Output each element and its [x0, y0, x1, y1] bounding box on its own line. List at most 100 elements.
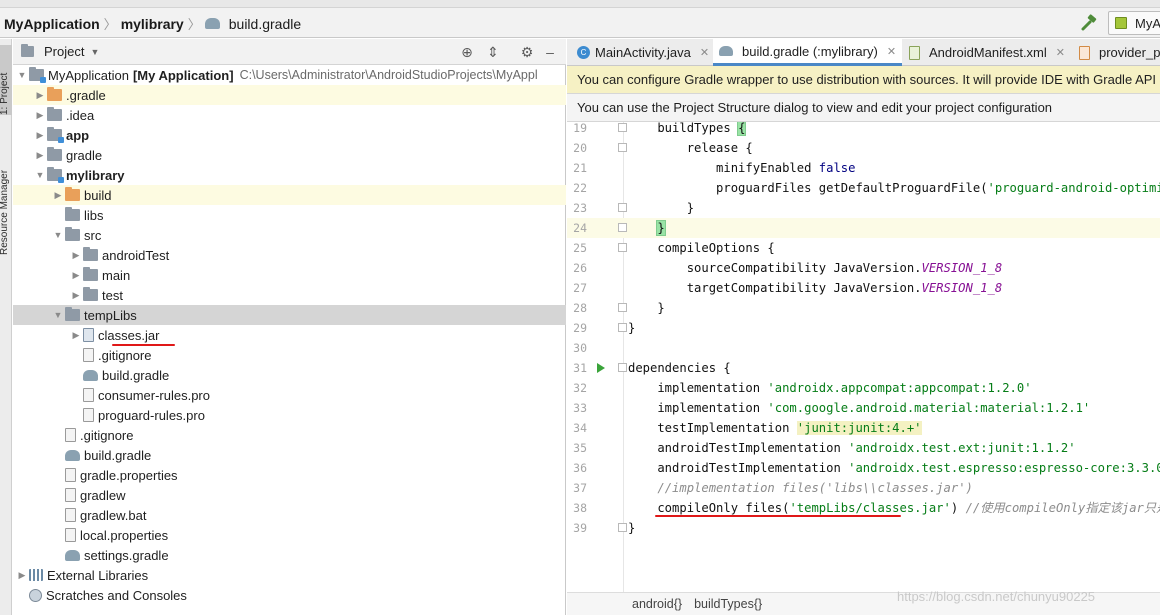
tree-item-libs[interactable]: libs [13, 205, 566, 225]
expand-right-icon[interactable]: ▶ [69, 330, 83, 341]
run-configuration-dropdown[interactable]: MyA [1108, 11, 1160, 35]
expand-right-icon[interactable]: ▶ [33, 150, 47, 161]
code-breadcrumb-item[interactable]: buildTypes{} [694, 597, 762, 611]
code-line[interactable]: 23 } [567, 198, 1160, 218]
expand-down-icon[interactable]: ▼ [33, 170, 47, 180]
line-number: 25 [573, 241, 587, 255]
file-icon [83, 408, 94, 422]
tree-item-main[interactable]: ▶ main [13, 265, 566, 285]
expand-right-icon[interactable]: ▶ [69, 250, 83, 261]
hide-minus-icon[interactable]: – [541, 43, 559, 61]
tab-provider-paths[interactable]: provider_p [1073, 39, 1160, 66]
code-line[interactable]: 25 compileOptions { [567, 238, 1160, 258]
tree-item-local-properties[interactable]: local.properties [13, 525, 566, 545]
expand-right-icon[interactable]: ▶ [15, 570, 29, 581]
code-line[interactable]: 26 sourceCompatibility JavaVersion.VERSI… [567, 258, 1160, 278]
code-line[interactable]: 22 proguardFiles getDefaultProguardFile(… [567, 178, 1160, 198]
tree-item-gradle-cache[interactable]: ▶ .gradle [13, 85, 566, 105]
tree-item-build-gradle-module[interactable]: build.gradle [13, 365, 566, 385]
code-line[interactable]: 31 dependencies { [567, 358, 1160, 378]
tree-item-gitignore-module[interactable]: .gitignore [13, 345, 566, 365]
expand-down-icon[interactable]: ▼ [51, 310, 65, 320]
code-line[interactable]: 33 implementation 'com.google.android.ma… [567, 398, 1160, 418]
expand-down-icon[interactable]: ▼ [51, 230, 65, 240]
code-line[interactable]: 29} [567, 318, 1160, 338]
run-gutter-icon[interactable] [597, 363, 605, 373]
tree-item-src[interactable]: ▼ src [13, 225, 566, 245]
code-breadcrumb-item[interactable]: android{} [632, 597, 682, 611]
close-icon[interactable]: ✕ [887, 45, 896, 58]
expand-right-icon[interactable]: ▶ [51, 190, 65, 201]
code-line[interactable]: 32 implementation 'androidx.appcompat:ap… [567, 378, 1160, 398]
expand-right-icon[interactable]: ▶ [33, 130, 47, 141]
code-line[interactable]: 37 //implementation files('libs\\classes… [567, 478, 1160, 498]
editor-tab-bar: C MainActivity.java ✕ build.gradle (:myl… [567, 39, 1160, 66]
fold-marker-icon[interactable] [618, 523, 627, 532]
red-underline-annotation [655, 515, 901, 517]
tree-item-app[interactable]: ▶ app [13, 125, 566, 145]
tree-item-consumer-rules[interactable]: consumer-rules.pro [13, 385, 566, 405]
project-view-selector[interactable]: Project ▼ [21, 44, 99, 59]
close-icon[interactable]: ✕ [1056, 46, 1065, 59]
android-app-icon [1115, 17, 1127, 29]
tree-item-path: C:\Users\Administrator\AndroidStudioProj… [239, 68, 538, 82]
tool-tab-project[interactable]: 1: Project [0, 45, 12, 115]
hammer-build-icon[interactable] [1080, 14, 1098, 32]
tab-build-gradle[interactable]: build.gradle (:mylibrary) ✕ [713, 39, 903, 66]
project-view-icon [21, 44, 34, 57]
tree-item-proguard-rules[interactable]: proguard-rules.pro [13, 405, 566, 425]
code-line[interactable]: 21 minifyEnabled false [567, 158, 1160, 178]
fold-marker-icon[interactable] [618, 203, 627, 212]
code-line[interactable]: 36 androidTestImplementation 'androidx.t… [567, 458, 1160, 478]
code-line[interactable]: 24 } [567, 218, 1160, 238]
tree-item-gradle[interactable]: ▶ gradle [13, 145, 566, 165]
code-line[interactable]: 35 androidTestImplementation 'androidx.t… [567, 438, 1160, 458]
collapse-all-icon[interactable]: ⇕ [484, 43, 502, 61]
tree-item-gitignore-root[interactable]: .gitignore [13, 425, 566, 445]
fold-marker-icon[interactable] [618, 223, 627, 232]
tree-item-external-libraries[interactable]: ▶ External Libraries [13, 565, 566, 585]
code-line[interactable]: 28 } [567, 298, 1160, 318]
tree-item-gradlew[interactable]: gradlew [13, 485, 566, 505]
locate-target-icon[interactable]: ⊕ [458, 43, 476, 61]
fold-marker-icon[interactable] [618, 243, 627, 252]
fold-marker-icon[interactable] [618, 123, 627, 132]
expand-down-icon[interactable]: ▼ [15, 70, 29, 80]
expand-right-icon[interactable]: ▶ [69, 270, 83, 281]
fold-marker-icon[interactable] [618, 303, 627, 312]
fold-marker-icon[interactable] [618, 143, 627, 152]
expand-right-icon[interactable]: ▶ [69, 290, 83, 301]
code-line[interactable]: 27 targetCompatibility JavaVersion.VERSI… [567, 278, 1160, 298]
close-icon[interactable]: ✕ [700, 46, 709, 59]
code-line[interactable]: 19 buildTypes { [567, 122, 1160, 138]
tree-item-build-gradle-root[interactable]: build.gradle [13, 445, 566, 465]
tree-item-settings-gradle[interactable]: settings.gradle [13, 545, 566, 565]
code-editor[interactable]: 19 buildTypes {20 release {21 minifyEnab… [567, 122, 1160, 592]
code-line[interactable]: 34 testImplementation 'junit:junit:4.+' [567, 418, 1160, 438]
tree-item-templibs[interactable]: ▼ tempLibs [13, 305, 566, 325]
gear-icon[interactable]: ⚙ [518, 43, 536, 61]
tree-item-idea[interactable]: ▶ .idea [13, 105, 566, 125]
breadcrumb-item-file[interactable]: build.gradle [204, 16, 301, 32]
tree-item-gradle-properties[interactable]: gradle.properties [13, 465, 566, 485]
tree-item-gradlew-bat[interactable]: gradlew.bat [13, 505, 566, 525]
tree-item-mylibrary[interactable]: ▼ mylibrary [13, 165, 566, 185]
tree-item-scratches[interactable]: Scratches and Consoles [13, 585, 566, 605]
tree-item-androidtest[interactable]: ▶ androidTest [13, 245, 566, 265]
expand-right-icon[interactable]: ▶ [33, 90, 47, 101]
tool-tab-resource-manager[interactable]: Resource Manager [0, 135, 12, 255]
tree-item-test[interactable]: ▶ test [13, 285, 566, 305]
fold-marker-icon[interactable] [618, 323, 627, 332]
breadcrumb-item-project[interactable]: MyApplication [4, 16, 100, 32]
fold-marker-icon[interactable] [618, 363, 627, 372]
code-line[interactable]: 30 [567, 338, 1160, 358]
expand-right-icon[interactable]: ▶ [33, 110, 47, 121]
tab-mainactivity[interactable]: C MainActivity.java ✕ [571, 39, 715, 66]
code-line[interactable]: 39} [567, 518, 1160, 538]
tab-android-manifest[interactable]: AndroidManifest.xml ✕ [903, 39, 1071, 66]
tree-item-classes-jar[interactable]: ▶ classes.jar [13, 325, 566, 345]
breadcrumb-item-module[interactable]: mylibrary [121, 16, 184, 32]
tree-item-build[interactable]: ▶ build [13, 185, 566, 205]
code-line[interactable]: 20 release { [567, 138, 1160, 158]
tree-item-root[interactable]: ▼ MyApplication [My Application] C:\User… [13, 65, 566, 85]
